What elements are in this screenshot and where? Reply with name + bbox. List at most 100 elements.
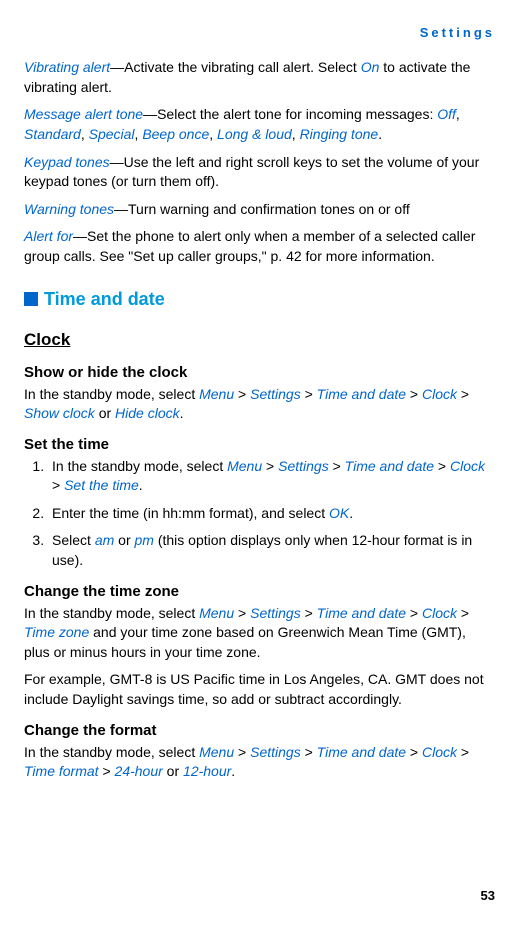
- text: or: [95, 405, 115, 421]
- text: In the standby mode, select: [24, 744, 199, 760]
- sep: >: [329, 458, 345, 474]
- vibrating-alert-para: Vibrating alert—Activate the vibrating c…: [24, 58, 495, 97]
- text: In the standby mode, select: [52, 458, 227, 474]
- menu-path: Menu: [199, 605, 234, 621]
- text: —Activate the vibrating call alert. Sele…: [110, 59, 361, 75]
- opt-special: Special: [89, 126, 135, 142]
- sep: >: [301, 744, 317, 760]
- sep: ,: [81, 126, 89, 142]
- menu-path: Menu: [227, 458, 262, 474]
- set-time-heading: Set the time: [24, 434, 495, 455]
- text: .: [349, 505, 353, 521]
- square-bullet-icon: [24, 292, 38, 306]
- menu-path: Settings: [250, 744, 301, 760]
- sep: ,: [456, 106, 460, 122]
- menu-path: Time and date: [345, 458, 434, 474]
- sep: >: [301, 386, 317, 402]
- sep: >: [99, 763, 115, 779]
- timezone-para1: In the standby mode, select Menu > Setti…: [24, 604, 495, 663]
- alertfor-term: Alert for: [24, 228, 73, 244]
- ok-option: OK: [329, 505, 349, 521]
- on-option: On: [361, 59, 380, 75]
- opt-long: Long & loud: [217, 126, 292, 142]
- text: or: [114, 532, 134, 548]
- section-title: Time and date: [44, 287, 165, 312]
- sep: >: [301, 605, 317, 621]
- list-item: In the standby mode, select Menu > Setti…: [48, 457, 495, 496]
- sep: >: [234, 386, 250, 402]
- am-option: am: [95, 532, 114, 548]
- opt-off: Off: [437, 106, 456, 122]
- menu-path: Clock: [422, 605, 457, 621]
- menu-path: Settings: [250, 605, 301, 621]
- set-time-steps: In the standby mode, select Menu > Setti…: [24, 457, 495, 571]
- menu-path: Settings: [250, 386, 301, 402]
- opt-beep: Beep once: [142, 126, 209, 142]
- opt-ringing: Ringing tone: [300, 126, 379, 142]
- sep: >: [457, 605, 469, 621]
- menu-path: Show clock: [24, 405, 95, 421]
- menu-path: Set the time: [64, 477, 139, 493]
- 12hour-option: 12-hour: [183, 763, 231, 779]
- sep: >: [234, 605, 250, 621]
- menu-path: Time zone: [24, 624, 89, 640]
- sep: >: [262, 458, 278, 474]
- text: —Select the alert tone for incoming mess…: [143, 106, 437, 122]
- vibrating-term: Vibrating alert: [24, 59, 110, 75]
- show-hide-para: In the standby mode, select Menu > Setti…: [24, 385, 495, 424]
- text: .: [231, 763, 235, 779]
- sep: >: [406, 605, 422, 621]
- text: In the standby mode, select: [24, 605, 199, 621]
- message-alert-para: Message alert tone—Select the alert tone…: [24, 105, 495, 144]
- text: —Set the phone to alert only when a memb…: [24, 228, 475, 264]
- keypad-tones-para: Keypad tones—Use the left and right scro…: [24, 153, 495, 192]
- list-item: Enter the time (in hh:mm format), and se…: [48, 504, 495, 524]
- text: .: [139, 477, 143, 493]
- menu-path: Time format: [24, 763, 99, 779]
- menu-path: Hide clock: [115, 405, 180, 421]
- sep: >: [234, 744, 250, 760]
- 24hour-option: 24-hour: [115, 763, 163, 779]
- pm-option: pm: [135, 532, 154, 548]
- page-header: Settings: [24, 24, 495, 42]
- text: or: [163, 763, 183, 779]
- format-para: In the standby mode, select Menu > Setti…: [24, 743, 495, 782]
- text: In the standby mode, select: [24, 386, 199, 402]
- text: Enter the time (in hh:mm format), and se…: [52, 505, 329, 521]
- sep: >: [406, 386, 422, 402]
- sep: >: [457, 744, 469, 760]
- opt-standard: Standard: [24, 126, 81, 142]
- warning-tones-para: Warning tones—Turn warning and confirmat…: [24, 200, 495, 220]
- clock-heading: Clock: [24, 328, 495, 352]
- keypad-term: Keypad tones: [24, 154, 110, 170]
- show-hide-heading: Show or hide the clock: [24, 362, 495, 383]
- sep: >: [434, 458, 450, 474]
- menu-path: Clock: [422, 744, 457, 760]
- section-time-and-date: Time and date: [24, 287, 495, 312]
- menu-path: Time and date: [317, 605, 406, 621]
- list-item: Select am or pm (this option displays on…: [48, 531, 495, 570]
- text: —Turn warning and confirmation tones on …: [114, 201, 410, 217]
- text: .: [180, 405, 184, 421]
- menu-path: Time and date: [317, 386, 406, 402]
- text: .: [378, 126, 382, 142]
- text: and your time zone based on Greenwich Me…: [24, 624, 466, 660]
- warning-term: Warning tones: [24, 201, 114, 217]
- menu-path: Menu: [199, 744, 234, 760]
- timezone-para2: For example, GMT-8 is US Pacific time in…: [24, 670, 495, 709]
- page-number: 53: [481, 887, 495, 905]
- menu-path: Menu: [199, 386, 234, 402]
- sep: ,: [292, 126, 300, 142]
- format-heading: Change the format: [24, 720, 495, 741]
- menu-path: Settings: [278, 458, 329, 474]
- menu-path: Clock: [450, 458, 485, 474]
- sep: ,: [209, 126, 217, 142]
- alert-for-para: Alert for—Set the phone to alert only wh…: [24, 227, 495, 266]
- text: Select: [52, 532, 95, 548]
- sep: >: [406, 744, 422, 760]
- message-term: Message alert tone: [24, 106, 143, 122]
- menu-path: Clock: [422, 386, 457, 402]
- sep: >: [52, 477, 64, 493]
- menu-path: Time and date: [317, 744, 406, 760]
- sep: >: [457, 386, 469, 402]
